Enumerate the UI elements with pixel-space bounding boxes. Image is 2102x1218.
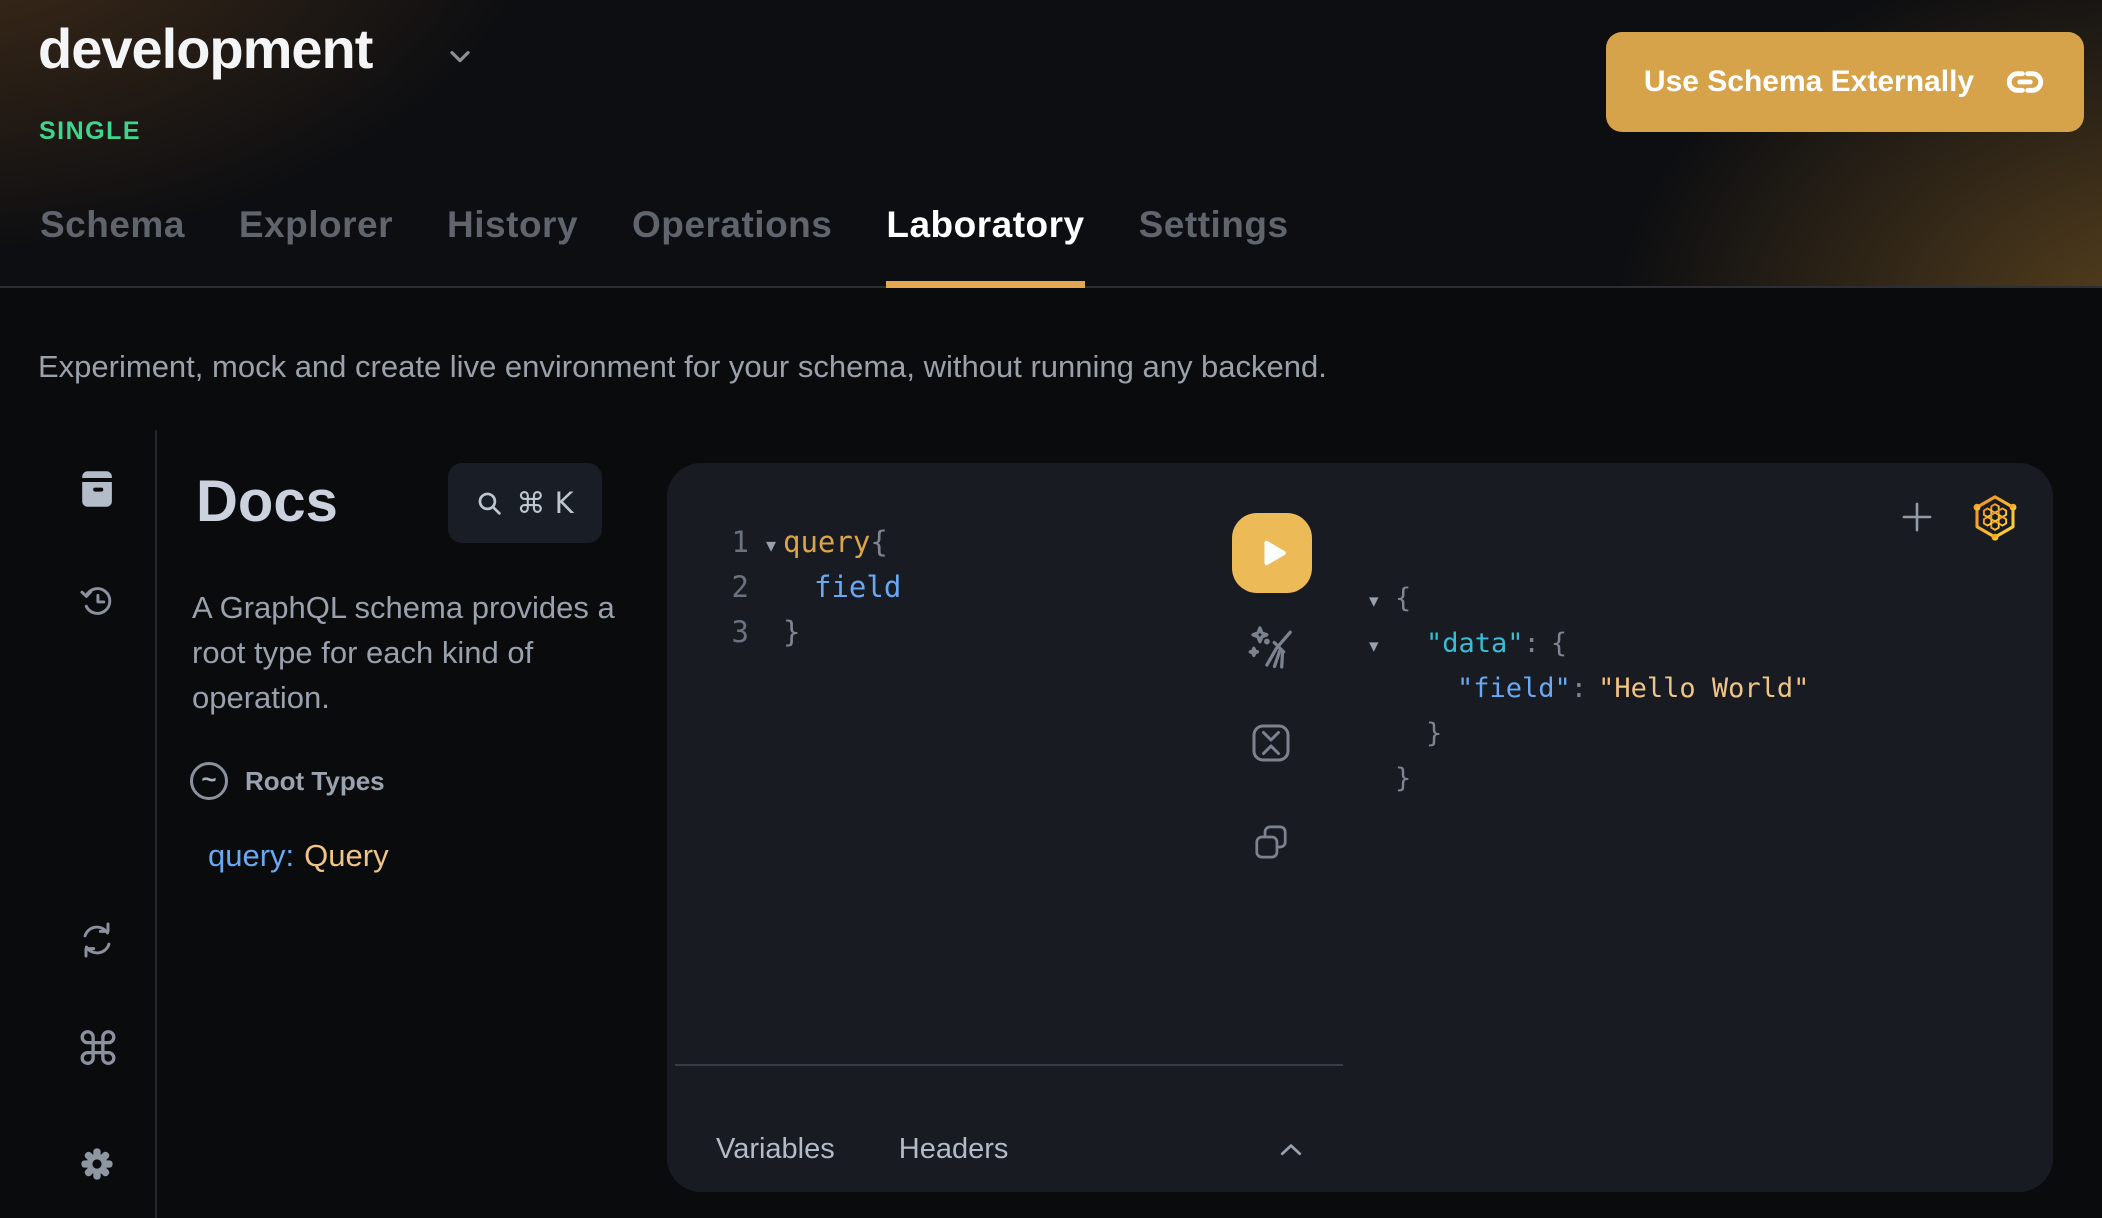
sidebar-shortcuts-button[interactable]: ⌘ xyxy=(75,1026,121,1072)
root-type-name[interactable]: Query xyxy=(304,838,388,873)
code-token-brace: { xyxy=(870,525,887,559)
copy-query-button[interactable] xyxy=(1249,820,1293,864)
tab-settings-label: Settings xyxy=(1139,204,1289,245)
response-line: } xyxy=(1369,756,1809,801)
docs-book-icon xyxy=(75,466,121,512)
graphiql-panel: 1▾query{ 2field 3} xyxy=(667,463,2053,1192)
headers-tab[interactable]: Headers xyxy=(899,1133,1009,1166)
code-token-keyword: query xyxy=(783,525,870,559)
env-badge: SINGLE xyxy=(39,117,141,146)
target-name-title: development xyxy=(38,16,372,81)
json-string-value: "Hello World" xyxy=(1598,673,1809,704)
line-number: 1 xyxy=(723,520,749,565)
execute-query-button[interactable] xyxy=(1232,513,1312,593)
response-line: ▾{ xyxy=(1369,576,1809,621)
root-type-query-link[interactable]: query: Query xyxy=(208,838,389,874)
tab-explorer[interactable]: Explorer xyxy=(239,204,393,288)
tab-laboratory-label: Laboratory xyxy=(886,204,1084,245)
response-line: "field": "Hello World" xyxy=(1369,666,1809,711)
laboratory-page: development SINGLE Use Schema Externally… xyxy=(0,0,2102,1218)
docs-description: A GraphQL schema provides a root type fo… xyxy=(192,585,657,720)
json-brace: } xyxy=(1395,718,1442,749)
json-key: "data" xyxy=(1395,628,1524,659)
page-header: development SINGLE Use Schema Externally… xyxy=(0,0,2102,288)
fold-icon[interactable]: ▾ xyxy=(1369,579,1395,624)
sidebar-docs-button[interactable] xyxy=(75,466,121,512)
tab-laboratory[interactable]: Laboratory xyxy=(886,204,1084,288)
root-types-label: Root Types xyxy=(245,766,385,797)
search-shortcut-label: ⌘ K xyxy=(516,486,573,520)
line-number: 2 xyxy=(723,565,749,610)
docs-panel-title: Docs xyxy=(196,468,338,535)
tab-operations-label: Operations xyxy=(632,204,832,245)
response-line: } xyxy=(1369,711,1809,756)
root-field-name: query xyxy=(208,838,286,873)
json-colon: : xyxy=(1524,628,1540,659)
response-line: ▾"data": { xyxy=(1369,621,1809,666)
prettify-sparkle-brush-icon xyxy=(1243,620,1299,676)
fold-icon[interactable]: ▾ xyxy=(1369,624,1395,669)
editor-line: 2 field xyxy=(723,565,901,610)
tab-schema-label: Schema xyxy=(40,204,185,245)
keyboard-shortcuts-icon: ⌘ xyxy=(75,1022,121,1076)
link-icon xyxy=(2004,61,2046,103)
active-tab-underline xyxy=(886,281,1084,288)
json-key: "field" xyxy=(1395,673,1571,704)
add-tab-plus-button[interactable] xyxy=(1899,499,1935,535)
json-colon: : xyxy=(1571,673,1587,704)
page-subtitle: Experiment, mock and create live environ… xyxy=(38,349,1327,385)
root-field-separator: : xyxy=(286,838,295,873)
target-switcher-chevron-icon[interactable] xyxy=(444,40,476,72)
json-brace: { xyxy=(1551,628,1567,659)
copy-icon xyxy=(1249,820,1293,864)
use-schema-externally-label: Use Schema Externally xyxy=(1644,65,1974,99)
sidebar-reload-schema-button[interactable] xyxy=(75,917,121,963)
history-clock-icon xyxy=(75,579,121,623)
tab-operations[interactable]: Operations xyxy=(632,204,832,288)
root-types-icon: ~ xyxy=(190,762,228,800)
query-editor[interactable]: 1▾query{ 2 field 3} xyxy=(723,520,901,655)
line-number: 3 xyxy=(723,610,749,655)
editor-line: 1▾query{ xyxy=(723,520,901,565)
code-token-brace: } xyxy=(783,615,800,649)
merge-icon xyxy=(1247,719,1295,767)
prettify-query-button[interactable] xyxy=(1243,620,1299,676)
json-brace: } xyxy=(1395,763,1411,794)
tab-settings[interactable]: Settings xyxy=(1139,204,1289,288)
tab-history-label: History xyxy=(447,204,578,245)
use-schema-externally-button[interactable]: Use Schema Externally xyxy=(1606,32,2084,132)
collapse-panel-chevron-up-icon[interactable] xyxy=(1276,1135,1306,1165)
plus-icon xyxy=(1899,499,1935,535)
laboratory-sidebar: ⌘ xyxy=(0,430,157,1218)
tab-history[interactable]: History xyxy=(447,204,578,288)
settings-gear-icon xyxy=(75,1142,121,1186)
code-token-field: field xyxy=(783,570,901,604)
search-icon xyxy=(476,490,503,517)
merge-fragments-button[interactable] xyxy=(1247,719,1295,767)
sidebar-settings-button[interactable] xyxy=(75,1141,121,1187)
tab-explorer-label: Explorer xyxy=(239,204,393,245)
docs-search-button[interactable]: ⌘ K xyxy=(448,463,602,543)
fold-icon[interactable]: ▾ xyxy=(759,523,783,568)
sidebar-history-button[interactable] xyxy=(75,578,121,624)
root-types-section-header: ~ Root Types xyxy=(190,762,385,800)
tab-schema[interactable]: Schema xyxy=(40,204,185,288)
hive-logo-icon xyxy=(1971,493,2019,541)
variables-tab[interactable]: Variables xyxy=(716,1133,835,1166)
reload-schema-icon xyxy=(75,918,121,962)
editor-line: 3} xyxy=(723,610,901,655)
editor-tool-tabs: Variables Headers xyxy=(716,1133,1008,1166)
response-viewer: ▾{ ▾"data":{ "field":"Hello World" } } xyxy=(1369,576,1809,801)
play-icon xyxy=(1253,534,1291,572)
page-tabs: Schema Explorer History Operations Labor… xyxy=(40,204,1289,288)
editor-bottom-bar: Variables Headers xyxy=(675,1064,1343,1192)
json-brace: { xyxy=(1395,583,1411,614)
